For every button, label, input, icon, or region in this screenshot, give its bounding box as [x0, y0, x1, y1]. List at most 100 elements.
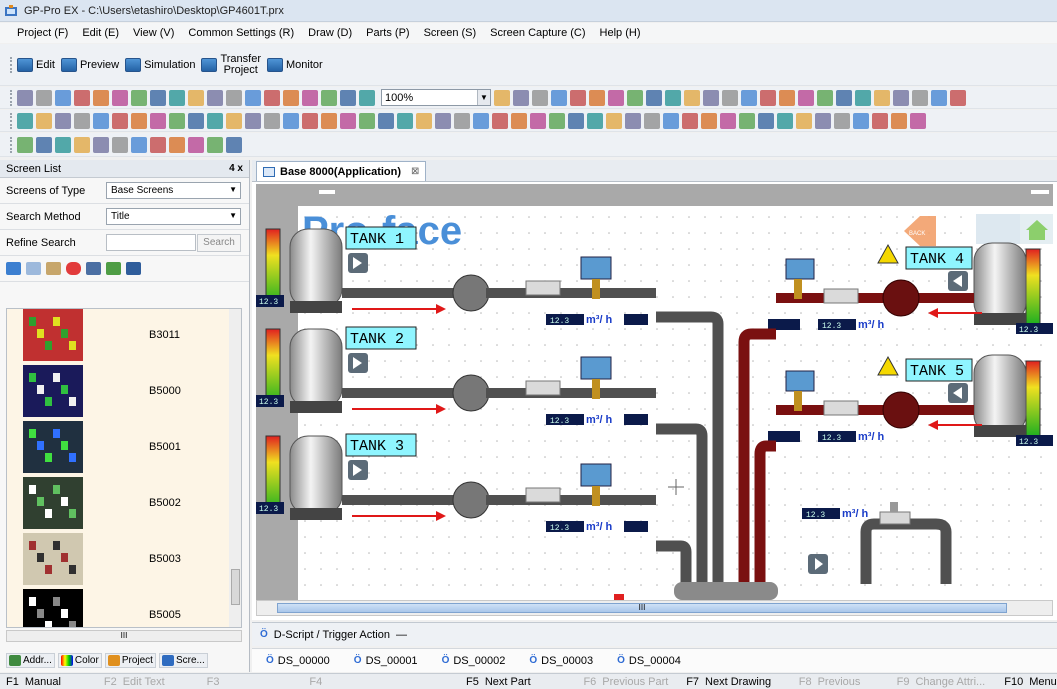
screen-list-item[interactable]: B5001	[7, 419, 229, 475]
toolbar-tool-icon[interactable]	[682, 112, 698, 129]
pump-button[interactable]	[808, 554, 828, 574]
toolbar-tool-icon[interactable]	[701, 112, 717, 129]
pin-close-controls[interactable]: 4 x	[229, 163, 243, 174]
menu-parts[interactable]: Parts (P)	[361, 27, 414, 39]
toolbar-tool-icon[interactable]	[340, 112, 356, 129]
canvas-hscroll-thumb[interactable]: III	[277, 603, 1007, 613]
tab-project[interactable]: Project	[104, 652, 156, 668]
toolbar-tool-icon[interactable]	[532, 89, 548, 106]
toolbar-tool-icon[interactable]	[226, 89, 242, 106]
toolbar-tool-icon[interactable]	[17, 89, 33, 106]
toolbar-tool-icon[interactable]	[910, 112, 926, 129]
toolbar-grip[interactable]	[10, 89, 13, 106]
scrollbar-thumb[interactable]	[231, 569, 240, 605]
toolbar-tool-icon[interactable]	[644, 112, 660, 129]
toolbar-tool-icon[interactable]	[530, 112, 546, 129]
transfer-project-button[interactable]: Transfer Project	[201, 53, 261, 76]
tab-screen[interactable]: Scre...	[158, 652, 208, 668]
toolbar-tool-icon[interactable]	[17, 136, 33, 153]
delete-screen-icon[interactable]	[66, 262, 81, 275]
zoom-combo[interactable]: 100% ▼	[381, 89, 491, 106]
tank-arrow-button[interactable]	[348, 253, 368, 273]
screen-list-item[interactable]: B3011	[7, 309, 229, 363]
toolbar-tool-icon[interactable]	[912, 89, 928, 106]
menu-help[interactable]: Help (H)	[595, 27, 646, 39]
toolbar-tool-icon[interactable]	[758, 112, 774, 129]
refine-search-input[interactable]	[106, 234, 196, 251]
tank-arrow-button[interactable]	[948, 271, 968, 291]
menu-draw[interactable]: Draw (D)	[303, 27, 357, 39]
function-key-f7[interactable]: F7 Next Drawing	[680, 675, 793, 689]
toolbar-tool-icon[interactable]	[551, 89, 567, 106]
toolbar-tool-icon[interactable]	[646, 89, 662, 106]
toolbar-tool-icon[interactable]	[283, 89, 299, 106]
function-key-f4[interactable]: F4	[303, 675, 460, 689]
new-screen-icon[interactable]	[6, 262, 21, 275]
screen-list-scrollbar[interactable]	[228, 309, 241, 627]
tab-address[interactable]: Addr...	[6, 652, 55, 668]
preview-button[interactable]: Preview	[60, 57, 119, 72]
toolbar-tool-icon[interactable]	[93, 136, 109, 153]
toolbar-tool-icon[interactable]	[720, 112, 736, 129]
search-method-select[interactable]: Title ▼	[106, 208, 241, 225]
toolbar-tool-icon[interactable]	[321, 112, 337, 129]
toolbar-tool-icon[interactable]	[570, 89, 586, 106]
toolbar-tool-icon[interactable]	[663, 112, 679, 129]
edit-mode-button[interactable]: Edit	[17, 57, 55, 72]
toolbar-tool-icon[interactable]	[169, 136, 185, 153]
toolbar-tool-icon[interactable]	[796, 112, 812, 129]
toolbar-tool-icon[interactable]	[264, 112, 280, 129]
menu-screen-capture[interactable]: Screen Capture (C)	[485, 27, 590, 39]
screen-properties-icon[interactable]	[86, 262, 101, 275]
toolbar-tool-icon[interactable]	[340, 89, 356, 106]
toolbar-tool-icon[interactable]	[834, 112, 850, 129]
tank-arrow-button[interactable]	[348, 460, 368, 480]
screen-list-item[interactable]: B5003	[7, 531, 229, 587]
toolbar-tool-icon[interactable]	[74, 89, 90, 106]
toolbar-tool-icon[interactable]	[188, 112, 204, 129]
toolbar-tool-icon[interactable]	[872, 112, 888, 129]
menu-edit[interactable]: Edit (E)	[77, 27, 124, 39]
screen-list-item[interactable]: B5005	[7, 587, 229, 627]
close-tab-icon[interactable]: ⊠	[411, 166, 419, 177]
screen-arrange-icon[interactable]	[126, 262, 141, 275]
toolbar-tool-icon[interactable]	[473, 112, 489, 129]
toolbar-grip[interactable]	[10, 56, 13, 73]
menu-project[interactable]: Project (F)	[12, 27, 73, 39]
toolbar-tool-icon[interactable]	[568, 112, 584, 129]
toolbar-tool-icon[interactable]	[55, 89, 71, 106]
toolbar-tool-icon[interactable]	[359, 112, 375, 129]
toolbar-tool-icon[interactable]	[264, 89, 280, 106]
toolbar-tool-icon[interactable]	[17, 112, 33, 129]
function-key-f9[interactable]: F9 Change Attri...	[891, 675, 999, 689]
toolbar-tool-icon[interactable]	[36, 112, 52, 129]
toolbar-tool-icon[interactable]	[36, 136, 52, 153]
toolbar-tool-icon[interactable]	[549, 112, 565, 129]
toolbar-tool-icon[interactable]	[169, 89, 185, 106]
toolbar-tool-icon[interactable]	[321, 89, 337, 106]
toolbar-tool-icon[interactable]	[874, 89, 890, 106]
toolbar-tool-icon[interactable]	[378, 112, 394, 129]
toolbar-tool-icon[interactable]	[722, 89, 738, 106]
function-key-f5[interactable]: F5 Next Part	[460, 675, 577, 689]
toolbar-tool-icon[interactable]	[703, 89, 719, 106]
toolbar-tool-icon[interactable]	[665, 89, 681, 106]
menu-screen[interactable]: Screen (S)	[419, 27, 482, 39]
dscript-minimize[interactable]: —	[396, 629, 407, 641]
screen-list-hscroll[interactable]: III	[6, 630, 242, 642]
toolbar-tool-icon[interactable]	[836, 89, 852, 106]
toolbar-tool-icon[interactable]	[188, 136, 204, 153]
drawing-canvas[interactable]: Pro-face BACK 12.3TANK 112.3m³/ h12.3TAN…	[256, 184, 1053, 600]
toolbar-tool-icon[interactable]	[815, 112, 831, 129]
toolbar-tool-icon[interactable]	[625, 112, 641, 129]
toolbar-tool-icon[interactable]	[131, 89, 147, 106]
menu-view[interactable]: View (V)	[128, 27, 179, 39]
screen-settings-icon[interactable]	[106, 262, 121, 275]
toolbar-tool-icon[interactable]	[245, 89, 261, 106]
toolbar-tool-icon[interactable]	[416, 112, 432, 129]
toolbar-tool-icon[interactable]	[131, 112, 147, 129]
toolbar-tool-icon[interactable]	[207, 112, 223, 129]
toolbar-tool-icon[interactable]	[513, 89, 529, 106]
toolbar-tool-icon[interactable]	[492, 112, 508, 129]
toolbar-tool-icon[interactable]	[93, 89, 109, 106]
